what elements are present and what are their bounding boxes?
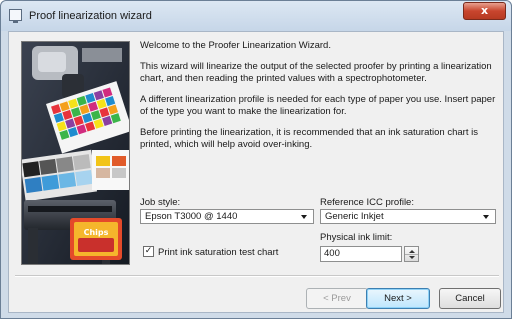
spinner-divider (405, 254, 418, 255)
job-style-value: Epson T3000 @ 1440 (145, 211, 238, 222)
ink-limit-spinner[interactable] (404, 246, 419, 262)
intro-paragraph-1: This wizard will linearize the output of… (140, 61, 492, 84)
job-style-label: Job style: (140, 197, 181, 208)
prev-button[interactable]: < Prev (306, 288, 368, 309)
spin-up-icon[interactable] (409, 250, 415, 253)
printer-illustration-svg: Chips (22, 42, 129, 264)
window-title: Proof linearization wizard (29, 10, 152, 22)
pouch-text: Chips (84, 228, 109, 237)
chevron-down-icon (301, 215, 307, 219)
chevron-down-icon (483, 215, 489, 219)
ink-saturation-checkbox[interactable]: ✓ (143, 246, 154, 257)
icc-profile-select[interactable]: Generic Inkjet (320, 209, 496, 224)
job-style-select[interactable]: Epson T3000 @ 1440 (140, 209, 314, 224)
close-button[interactable]: x (463, 2, 506, 20)
intro-paragraph-2: A different linearization profile is nee… (140, 94, 496, 117)
cancel-button[interactable]: Cancel (439, 288, 501, 309)
next-button[interactable]: Next > (366, 288, 430, 309)
ink-limit-input[interactable]: 400 (320, 246, 402, 262)
icc-profile-value: Generic Inkjet (325, 211, 384, 222)
ink-limit-label: Physical ink limit: (320, 232, 393, 243)
printer-wizard-illustration: Chips (21, 41, 130, 265)
spin-down-icon[interactable] (409, 256, 415, 259)
intro-paragraph-3: Before printing the linearization, it is… (140, 127, 478, 150)
wizard-window: Proof linearization wizard x Chips Welco… (0, 0, 512, 319)
wizard-body: Chips Welcome to the Proofer Linearizati… (8, 31, 504, 313)
icc-profile-label: Reference ICC profile: (320, 197, 414, 208)
welcome-heading: Welcome to the Proofer Linearization Wiz… (140, 40, 331, 51)
title-bar[interactable]: Proof linearization wizard x (1, 1, 511, 31)
monitor-icon (9, 9, 22, 23)
footer-separator (15, 275, 499, 277)
ink-saturation-checkbox-label[interactable]: Print ink saturation test chart (158, 247, 278, 258)
